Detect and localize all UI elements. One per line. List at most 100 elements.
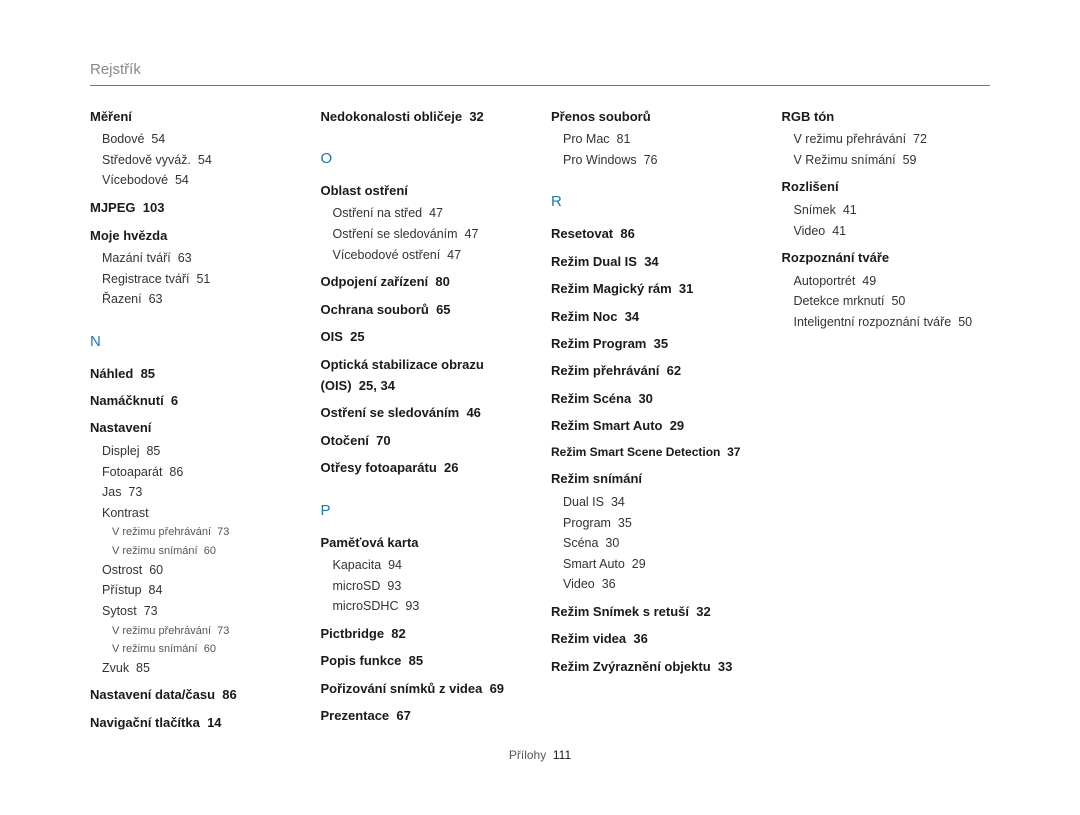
entry-page: 69	[490, 681, 504, 696]
entry-page: 70	[376, 433, 390, 448]
index-entry: Popis funkce 85	[321, 650, 530, 671]
sub-entry: Detekce mrknutí 50	[794, 291, 991, 312]
index-entry: Ostření se sledováním 46	[321, 402, 530, 423]
subsub-entry: V režimu přehrávání 73	[102, 523, 299, 541]
sub-page: 29	[632, 557, 646, 571]
sub-page: 73	[128, 485, 142, 499]
sub-page: 86	[169, 465, 183, 479]
sub-entry: Sytost 73	[102, 601, 299, 622]
entry-page: 85	[409, 653, 423, 668]
index-entry: OIS 25	[321, 326, 530, 347]
entry-label: Režim videa 36	[551, 628, 760, 649]
index-entry: Pořizování snímků z videa 69	[321, 678, 530, 699]
index-entry: Optická stabilizace obrazu (OIS) 25, 34	[321, 354, 530, 397]
entry-page: 86	[620, 226, 634, 241]
subsub-entry: V režimu přehrávání 73	[102, 622, 299, 640]
entry-label: Náhled 85	[90, 363, 299, 384]
sub-page: 59	[903, 153, 917, 167]
index-entry: Režim snímáníDual IS 34Program 35Scéna 3…	[551, 468, 760, 595]
sub-page: 47	[447, 248, 461, 262]
entry-page: 103	[143, 200, 165, 215]
subsub-entry: V režimu snímání 60	[102, 640, 299, 658]
sub-list: Autoportrét 49Detekce mrknutí 50Intelige…	[782, 271, 991, 333]
entry-page: 33	[718, 659, 732, 674]
index-entry: Rozpoznání tvářeAutoportrét 49Detekce mr…	[782, 247, 991, 332]
sub-page: 49	[862, 274, 876, 288]
index-entry: Režim Dual IS 34	[551, 251, 760, 272]
sub-list: V režimu přehrávání 72V Režimu snímání 5…	[782, 129, 991, 170]
entry-label: Režim Noc 34	[551, 306, 760, 327]
entry-page: 31	[679, 281, 693, 296]
index-entry: Režim Scéna 30	[551, 388, 760, 409]
sub-page: 63	[149, 292, 163, 306]
sub-page: 84	[149, 583, 163, 597]
entry-label: Režim Zvýraznění objektu 33	[551, 656, 760, 677]
entry-label: Optická stabilizace obrazu (OIS) 25, 34	[321, 354, 530, 397]
index-entry: Resetovat 86	[551, 223, 760, 244]
index-entry: Režim Zvýraznění objektu 33	[551, 656, 760, 677]
sub-entry: Displej 85	[102, 441, 299, 462]
subsub-entry: V režimu snímání 60	[102, 542, 299, 560]
sub-list: Bodové 54Středově vyváž. 54Vícebodové 54	[90, 129, 299, 191]
sub-entry: microSD 93	[333, 576, 530, 597]
index-entry: NastaveníDisplej 85Fotoaparát 86Jas 73Ko…	[90, 417, 299, 678]
entry-label: Režim Snímek s retuší 32	[551, 601, 760, 622]
entry-label: Nastavení data/času 86	[90, 684, 299, 705]
index-entry: Odpojení zařízení 80	[321, 271, 530, 292]
entry-page: 32	[469, 109, 483, 124]
index-entry: Nastavení data/času 86	[90, 684, 299, 705]
section-letter: P	[321, 499, 530, 524]
sub-entry: Vícebodové 54	[102, 170, 299, 191]
sub-entry: Ostrost 60	[102, 560, 299, 581]
entry-page: 85	[141, 366, 155, 381]
entry-label: Ostření se sledováním 46	[321, 402, 530, 423]
sub-page: 50	[891, 294, 905, 308]
sub-page: 54	[198, 153, 212, 167]
sub-entry: Zvuk 85	[102, 658, 299, 679]
sub-page: 73	[144, 604, 158, 618]
sub-page: 47	[429, 206, 443, 220]
sub-page: 47	[465, 227, 479, 241]
index-entry: Oblast ostřeníOstření na střed 47Ostření…	[321, 180, 530, 265]
sub-entry: Registrace tváří 51	[102, 269, 299, 290]
entry-label: Režim Program 35	[551, 333, 760, 354]
sub-entry: Pro Windows 76	[563, 150, 760, 171]
sub-entry: V Režimu snímání 59	[794, 150, 991, 171]
index-entry: Režim Magický rám 31	[551, 278, 760, 299]
sub-entry: Scéna 30	[563, 533, 760, 554]
sub-entry: Řazení 63	[102, 289, 299, 310]
entry-page: 65	[436, 302, 450, 317]
index-entry: Navigační tlačítka 14	[90, 712, 299, 733]
index-entry: Paměťová kartaKapacita 94microSD 93micro…	[321, 532, 530, 617]
entry-label: Režim Dual IS 34	[551, 251, 760, 272]
entry-page: 25, 34	[359, 378, 395, 393]
section-letter: N	[90, 330, 299, 355]
entry-label: OIS 25	[321, 326, 530, 347]
sub-page: 30	[605, 536, 619, 550]
entry-label: Odpojení zařízení 80	[321, 271, 530, 292]
index-entry: Režim Smart Auto 29	[551, 415, 760, 436]
entry-page: 14	[207, 715, 221, 730]
sub-entry: Video 41	[794, 221, 991, 242]
sub-entry: microSDHC 93	[333, 596, 530, 617]
entry-label: Namáčknutí 6	[90, 390, 299, 411]
sub-page: 93	[405, 599, 419, 613]
sub-page: 72	[913, 132, 927, 146]
sub-entry: Pro Mac 81	[563, 129, 760, 150]
entry-page: 35	[654, 336, 668, 351]
index-columns: MěřeníBodové 54Středově vyváž. 54Vícebod…	[90, 106, 990, 736]
sub-entry: Video 36	[563, 574, 760, 595]
entry-label: Otřesy fotoaparátu 26	[321, 457, 530, 478]
sub-page: 94	[388, 558, 402, 572]
entry-label: Oblast ostření	[321, 180, 530, 201]
index-entry: Prezentace 67	[321, 705, 530, 726]
index-entry: Režim videa 36	[551, 628, 760, 649]
entry-label: Nedokonalosti obličeje 32	[321, 106, 530, 127]
entry-page: 46	[466, 405, 480, 420]
index-entry: Namáčknutí 6	[90, 390, 299, 411]
index-entry: Režim Noc 34	[551, 306, 760, 327]
index-entry: Nedokonalosti obličeje 32	[321, 106, 530, 127]
sub-entry: Snímek 41	[794, 200, 991, 221]
entry-label: Pictbridge 82	[321, 623, 530, 644]
index-entry: Ochrana souborů 65	[321, 299, 530, 320]
